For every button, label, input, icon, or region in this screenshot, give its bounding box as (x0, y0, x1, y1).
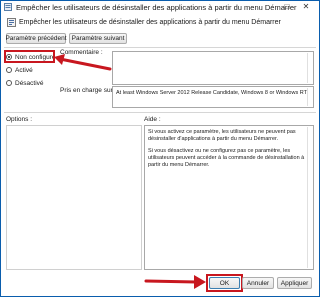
supported-on-label: Pris en charge sur : (60, 87, 117, 94)
policy-title: Empêcher les utilisateurs de désinstalle… (19, 19, 281, 26)
cancel-button[interactable]: Annuler (242, 277, 274, 289)
radio-unchecked-icon (6, 80, 12, 86)
options-label: Options : (6, 116, 33, 123)
previous-setting-button[interactable]: Paramètre précédent (5, 33, 67, 44)
highlight-box-not-configured (4, 50, 55, 63)
comment-textarea[interactable] (112, 51, 314, 85)
supported-on-field: At least Windows Server 2012 Release Can… (112, 86, 314, 108)
radio-unchecked-icon (6, 67, 12, 73)
help-paragraph: Si vous désactivez ou ne configurez pas … (148, 148, 305, 168)
help-content: Si vous activez ce paramètre, les utilis… (148, 129, 305, 174)
divider (4, 47, 316, 48)
apply-button[interactable]: Appliquer (277, 277, 312, 289)
scrollbar[interactable] (307, 127, 312, 268)
maximize-icon[interactable]: □ (280, 1, 294, 13)
comment-label: Commentaire : (60, 49, 103, 56)
window-title: Empêcher les utilisateurs de désinstalle… (16, 3, 297, 12)
radio-label: Activé (15, 66, 33, 74)
help-label: Aide : (144, 116, 161, 123)
help-paragraph: Si vous activez ce paramètre, les utilis… (148, 129, 296, 142)
policy-app-icon (4, 3, 12, 11)
options-panel (6, 125, 142, 270)
scrollbar[interactable] (307, 53, 312, 83)
divider (4, 112, 316, 113)
close-icon[interactable]: ✕ (296, 1, 316, 13)
radio-disabled[interactable]: Désactivé (6, 78, 44, 88)
scrollbar[interactable] (307, 88, 312, 106)
radio-label: Désactivé (15, 79, 44, 87)
help-panel: Si vous activez ce paramètre, les utilis… (144, 125, 314, 270)
highlight-box-ok (206, 274, 243, 292)
annotation-arrow-icon (144, 275, 206, 289)
policy-settings-icon (7, 18, 16, 27)
radio-enabled[interactable]: Activé (6, 65, 33, 75)
next-setting-button[interactable]: Paramètre suivant (69, 33, 127, 44)
supported-on-value: At least Windows Server 2012 Release Can… (116, 90, 307, 96)
